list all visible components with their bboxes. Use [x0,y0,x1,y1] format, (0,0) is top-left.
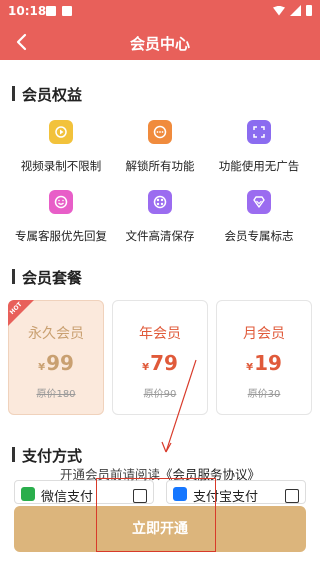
price-value: 79 [150,351,178,375]
signal-icon [290,5,301,16]
payment-section-title: 支付方式 [12,445,82,466]
plan-card-monthly[interactable]: 月会员 ¥19 原价30 [216,300,312,415]
original-price: 原价180 [36,389,76,400]
notification-icons [46,6,72,16]
plan-price: ¥19 [217,351,311,375]
status-bar: 10:18 [0,0,320,24]
notification-icon [62,6,72,16]
benefit-label: 文件高清保存 [125,229,195,243]
wifi-icon [273,5,285,16]
page-title: 会员中心 [129,35,190,53]
benefits-section-title: 会员权益 [12,84,82,105]
hd-save-icon [148,190,172,214]
plan-name: 年会员 [139,326,181,342]
currency-symbol: ¥ [246,362,254,373]
benefit-no-ads: 功能使用无广告 [206,120,312,174]
plan-card-yearly[interactable]: 年会员 ¥79 原价90 [112,300,208,415]
benefit-vip-badge: 会员专属标志 [206,190,312,244]
currency-symbol: ¥ [38,362,46,373]
battery-icon [306,5,312,16]
original-price: 原价90 [143,389,177,400]
notification-icon [46,6,56,16]
benefit-label: 会员专属标志 [224,229,294,243]
price-value: 99 [46,351,74,375]
benefit-label: 功能使用无广告 [218,159,300,173]
payment-option-wechat[interactable]: 微信支付 [14,480,154,504]
original-price: 原价30 [247,389,281,400]
benefit-unlock: 解锁所有功能 [107,120,213,174]
customer-service-icon [49,190,73,214]
payment-checkbox[interactable] [133,489,147,503]
benefit-label: 解锁所有功能 [125,159,195,173]
payment-label: 微信支付 [41,490,94,504]
no-ads-icon [247,120,271,144]
benefit-hd-save: 文件高清保存 [107,190,213,244]
payment-checkbox[interactable] [285,489,299,503]
agreement-notice: 开通会员前请阅读《会员服务协议》 [0,464,320,483]
agreement-prefix: 开通会员前请阅读 [59,467,160,482]
benefit-customer-service: 专属客服优先回复 [8,190,114,244]
vip-badge-icon [247,190,271,214]
plan-name: 永久会员 [28,326,84,342]
status-time: 10:18 [8,4,47,18]
wechat-pay-icon [21,487,35,501]
plan-price: ¥99 [9,351,103,375]
unlock-icon [148,120,172,144]
plan-card-lifetime[interactable]: HOT 永久会员 ¥99 原价180 [8,300,104,415]
video-record-icon [49,120,73,144]
activate-button[interactable]: 立即开通 [14,506,306,552]
system-icons [273,5,312,16]
benefit-label: 视频录制不限制 [20,159,102,173]
price-value: 19 [254,351,282,375]
payment-option-alipay[interactable]: 支付宝支付 [166,480,306,504]
plan-price: ¥79 [113,351,207,375]
benefit-label: 专属客服优先回复 [15,229,107,243]
alipay-icon [173,487,187,501]
plan-name: 月会员 [243,326,285,342]
benefit-video-record: 视频录制不限制 [8,120,114,174]
payment-label: 支付宝支付 [193,490,259,504]
agreement-link[interactable]: 《会员服务协议》 [160,467,260,482]
app-header: 会员中心 [0,24,320,60]
currency-symbol: ¥ [142,362,150,373]
plans-section-title: 会员套餐 [12,267,82,288]
